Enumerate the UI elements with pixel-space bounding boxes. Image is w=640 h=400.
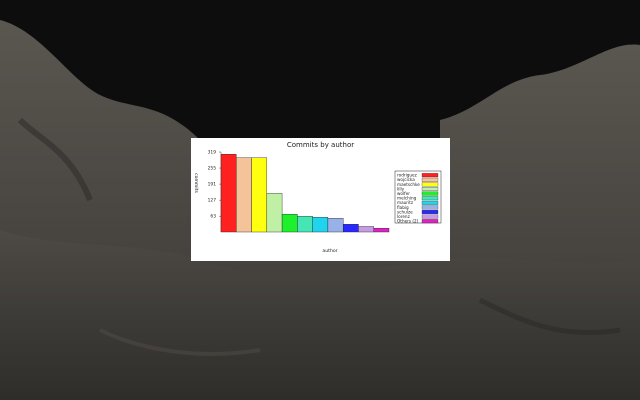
y-tick-label: 127	[208, 198, 217, 204]
bar-wolfer	[281, 213, 298, 233]
legend-swatch	[421, 182, 439, 187]
chart-title: Commits by author	[287, 141, 354, 149]
legend-swatch	[421, 205, 439, 210]
bar-wojcicka	[236, 157, 252, 233]
bar-maetschke	[251, 157, 268, 233]
y-axis-ticks: 63 127 191 255 319	[208, 150, 222, 232]
bar-schulze	[342, 224, 359, 233]
bar-lorenz	[358, 226, 374, 233]
legend-swatch	[421, 219, 439, 224]
bar-lilly	[266, 193, 283, 233]
bar-flabig	[327, 218, 344, 233]
legend-swatch	[421, 200, 439, 205]
chart-legend: rodriguezwojcickamaetschkelillywolfermel…	[394, 170, 442, 224]
y-tick-label: 255	[208, 166, 217, 172]
bar-rodriguez	[220, 154, 237, 233]
x-axis-label: author	[322, 248, 337, 254]
legend-swatch	[421, 210, 439, 214]
y-tick-label: 319	[208, 150, 217, 156]
bar-others-2	[373, 228, 390, 233]
legend-swatch	[421, 187, 439, 191]
y-axis-label: commits	[193, 173, 199, 193]
commits-chart-panel: Commits by author commits author 63 127 19…	[191, 138, 450, 261]
legend-label: Others (2)	[397, 219, 419, 224]
legend-swatch	[421, 191, 439, 196]
bar-mauritz	[312, 217, 329, 233]
commits-bar-chart: Commits by author commits author 63 127 19…	[193, 141, 442, 254]
legend-swatch	[421, 196, 439, 201]
bar-series	[220, 154, 390, 233]
legend-swatch	[421, 173, 439, 178]
y-tick-label: 191	[208, 182, 217, 188]
y-tick-label: 63	[210, 214, 216, 220]
legend-swatch	[421, 177, 439, 182]
legend-swatch	[421, 214, 439, 219]
bar-melching	[297, 216, 313, 233]
